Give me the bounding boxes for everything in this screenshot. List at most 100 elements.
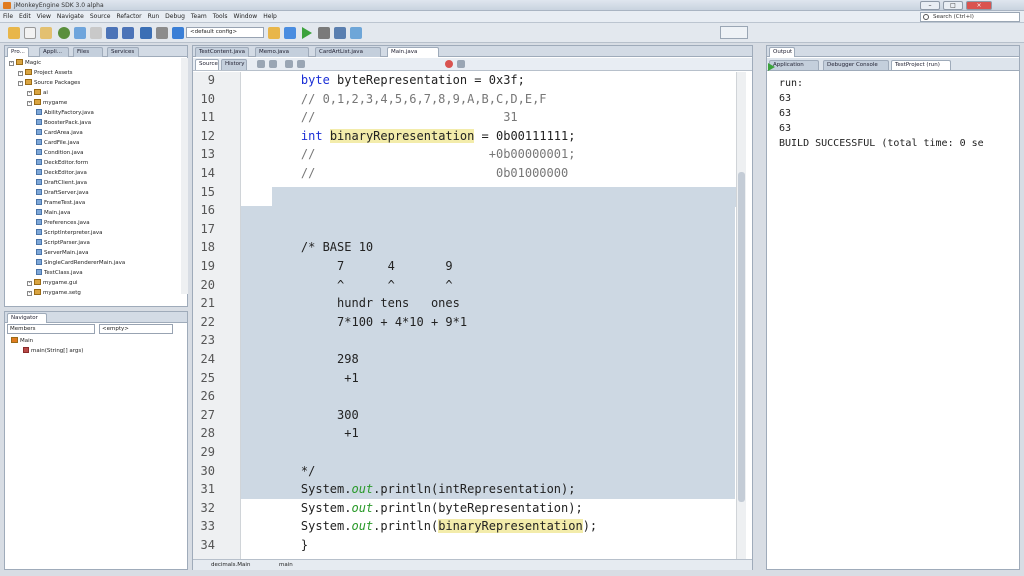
tab-files[interactable]: Files bbox=[73, 47, 103, 57]
find-icon[interactable] bbox=[285, 60, 293, 68]
tab-testproject-run[interactable]: TestProject (run) bbox=[891, 60, 951, 70]
expand-toggle-icon[interactable]: - bbox=[18, 71, 23, 76]
expand-toggle-icon[interactable]: - bbox=[27, 91, 32, 96]
tab-projects[interactable]: Pro... bbox=[7, 47, 29, 57]
menu-debug[interactable]: Debug bbox=[162, 11, 188, 22]
save-icon[interactable] bbox=[140, 27, 152, 39]
tree-item[interactable]: FrameTest.java bbox=[36, 199, 85, 206]
tab-debugger-console[interactable]: Debugger Console bbox=[823, 60, 889, 70]
tree-item[interactable]: ScriptInterpreter.java bbox=[36, 229, 102, 236]
expand-toggle-icon[interactable]: - bbox=[27, 281, 32, 286]
tab-applications[interactable]: Appli... bbox=[39, 47, 69, 57]
menu-tools[interactable]: Tools bbox=[210, 11, 231, 22]
tree-item[interactable]: AbilityFactory.java bbox=[36, 109, 94, 116]
tree-item[interactable]: DraftServer.java bbox=[36, 189, 89, 196]
new-file-icon[interactable] bbox=[24, 27, 36, 39]
open-project-icon[interactable] bbox=[40, 27, 52, 39]
tree-item[interactable]: ScriptParser.java bbox=[36, 239, 90, 246]
expand-toggle-icon[interactable]: - bbox=[27, 291, 32, 296]
menu-refactor[interactable]: Refactor bbox=[113, 11, 144, 22]
tab-testcontent[interactable]: TestContent.java bbox=[195, 47, 249, 57]
editor-toolbar: Source History bbox=[193, 58, 752, 71]
tree-item[interactable]: DeckEditor.java bbox=[36, 169, 87, 176]
expand-toggle-icon[interactable]: - bbox=[18, 81, 23, 86]
tree-item[interactable]: DeckEditor.form bbox=[36, 159, 88, 166]
editor-scrollbar[interactable] bbox=[736, 72, 746, 562]
redo-icon[interactable] bbox=[122, 27, 134, 39]
cut-icon[interactable] bbox=[90, 27, 102, 39]
breadcrumb-method[interactable]: main bbox=[279, 562, 293, 568]
tab-application-output[interactable]: Application bbox=[769, 60, 819, 70]
tab-navigator[interactable]: Navigator bbox=[7, 313, 47, 323]
editor-scrollbar-thumb[interactable] bbox=[738, 172, 745, 502]
menu-edit[interactable]: Edit bbox=[16, 11, 34, 22]
menu-navigate[interactable]: Navigate bbox=[54, 11, 87, 22]
back-icon[interactable] bbox=[257, 60, 265, 68]
build-icon[interactable] bbox=[156, 27, 168, 39]
run-jme-icon[interactable] bbox=[58, 27, 70, 39]
tree-item[interactable]: CardFile.java bbox=[36, 139, 79, 146]
tree-item[interactable]: BoosterPack.java bbox=[36, 119, 91, 126]
tree-item[interactable]: - ai bbox=[27, 89, 48, 96]
menu-help[interactable]: Help bbox=[260, 11, 280, 22]
tree-item[interactable]: TestClass.java bbox=[36, 269, 83, 276]
run-icon[interactable] bbox=[302, 27, 312, 39]
tree-item[interactable]: SingleCardRendererMain.java bbox=[36, 259, 125, 266]
nav-item-method[interactable]: main(String[] args) bbox=[23, 347, 83, 354]
tab-memo[interactable]: Memo.java bbox=[255, 47, 309, 57]
toggle-highlight-icon[interactable] bbox=[297, 60, 305, 68]
menu-file[interactable]: File bbox=[0, 11, 16, 22]
tree-item[interactable]: DraftClient.java bbox=[36, 179, 87, 186]
forward-icon[interactable] bbox=[269, 60, 277, 68]
config-select[interactable]: <default config> bbox=[186, 27, 264, 38]
menu-window[interactable]: Window bbox=[231, 11, 261, 22]
menu-run[interactable]: Run bbox=[145, 11, 163, 22]
hammer-icon[interactable] bbox=[268, 27, 280, 39]
debug-icon[interactable] bbox=[334, 27, 346, 39]
menu-view[interactable]: View bbox=[34, 11, 54, 22]
code-area[interactable]: byte byteRepresentation = 0x3f; // 0,1,2… bbox=[241, 72, 746, 562]
nav-item-main[interactable]: Main bbox=[11, 337, 33, 344]
tree-item[interactable]: ServerMain.java bbox=[36, 249, 88, 256]
menu-team[interactable]: Team bbox=[188, 11, 210, 22]
filter-select[interactable]: <empty> bbox=[99, 324, 173, 334]
tree-item[interactable]: - mygame.gui bbox=[27, 279, 77, 286]
record-macro-icon[interactable] bbox=[445, 60, 453, 68]
stop-macro-icon[interactable] bbox=[457, 60, 465, 68]
tab-source[interactable]: Source bbox=[195, 59, 219, 70]
breadcrumb-class[interactable]: decimals.Main bbox=[211, 562, 250, 568]
tree-item[interactable]: Main.java bbox=[36, 209, 70, 216]
search-input[interactable]: Search (Ctrl+I) bbox=[920, 12, 1020, 22]
minimize-button[interactable]: – bbox=[920, 1, 940, 10]
tree-item[interactable]: - Source Packages bbox=[18, 79, 80, 86]
tree-item[interactable]: - Project Assets bbox=[18, 69, 72, 76]
package-icon bbox=[34, 279, 41, 285]
tree-item[interactable]: Preferences.java bbox=[36, 219, 90, 226]
tab-services[interactable]: Services bbox=[107, 47, 139, 57]
new-project-icon[interactable] bbox=[8, 27, 20, 39]
tree-item[interactable]: - mygame.setg bbox=[27, 289, 81, 296]
tree-item[interactable]: Condition.java bbox=[36, 149, 84, 156]
menu-source[interactable]: Source bbox=[87, 11, 114, 22]
tab-output[interactable]: Output bbox=[769, 47, 795, 57]
tab-cardartlist[interactable]: CardArtList.java bbox=[315, 47, 381, 57]
maximize-button[interactable]: □ bbox=[943, 1, 963, 10]
expand-toggle-icon[interactable]: - bbox=[9, 61, 14, 66]
members-select[interactable]: Members bbox=[7, 324, 95, 334]
profile-icon[interactable] bbox=[350, 27, 362, 39]
clean-build-icon[interactable] bbox=[172, 27, 184, 39]
save-all-icon[interactable] bbox=[74, 27, 86, 39]
clean-icon[interactable] bbox=[284, 27, 296, 39]
tree-item[interactable]: - mygame bbox=[27, 99, 67, 106]
tab-history[interactable]: History bbox=[221, 59, 247, 70]
output-console[interactable]: run: 63 63 63 BUILD SUCCESSFUL (total time: … bbox=[767, 72, 1019, 568]
projects-scrollbar[interactable] bbox=[181, 58, 188, 294]
run-dropdown-icon[interactable] bbox=[318, 27, 330, 39]
expand-toggle-icon[interactable]: - bbox=[27, 101, 32, 106]
tree-item[interactable]: CardArea.java bbox=[36, 129, 83, 136]
rerun-icon[interactable] bbox=[768, 63, 775, 71]
undo-icon[interactable] bbox=[106, 27, 118, 39]
close-button[interactable]: × bbox=[966, 1, 992, 10]
tree-item[interactable]: - Magic bbox=[9, 59, 41, 66]
tab-main[interactable]: Main.java bbox=[387, 47, 439, 57]
